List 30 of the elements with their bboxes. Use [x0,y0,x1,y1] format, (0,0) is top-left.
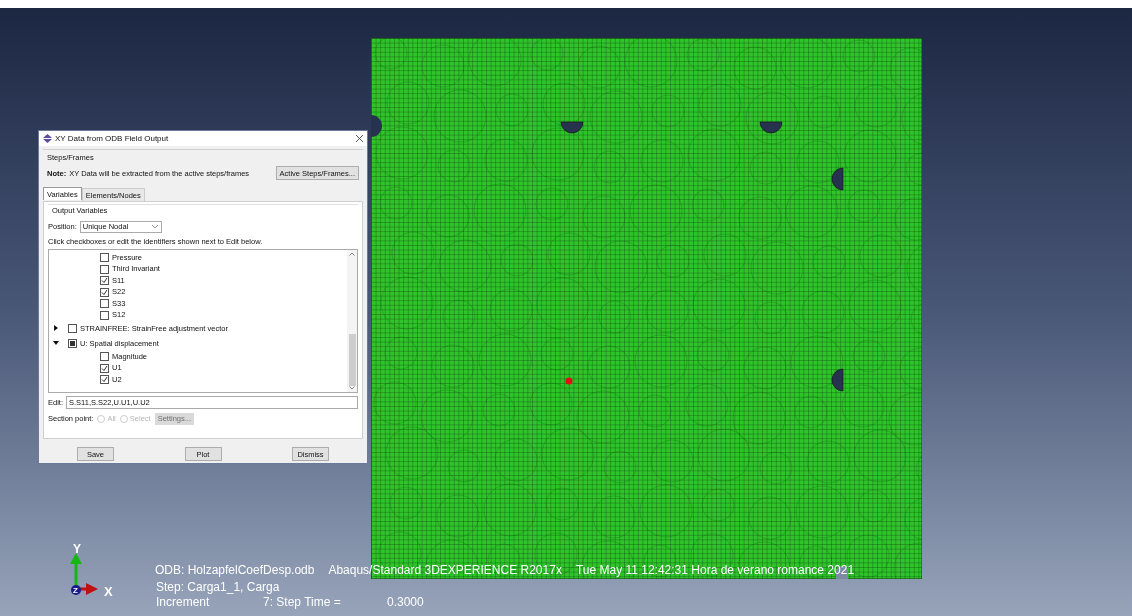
step-time-value: 0.3000 [387,594,424,611]
scroll-up-icon[interactable] [349,251,355,256]
increment-label: Increment [156,594,211,611]
step-text: Step: Carga1_1, Carga [156,579,280,596]
info-text: ODB: HolzapfelCoefDesp.odb [155,562,315,579]
window-title: XY Data from ODB Field Output [55,132,169,145]
checkbox[interactable] [100,375,109,384]
checkbox[interactable] [68,323,77,333]
app-icon [43,134,52,143]
step-time-label: 7: Step Time = [263,594,342,611]
axis-label: Y [73,541,81,558]
checkbox[interactable] [100,363,109,373]
checkbox[interactable] [100,276,109,285]
close-icon[interactable] [356,135,363,142]
checkbox[interactable] [100,310,109,320]
axis-label: X [104,583,113,601]
checkbox[interactable] [100,264,109,274]
scrollbar-thumb[interactable] [348,333,356,386]
scroll-down-icon[interactable] [349,385,355,390]
axis-label: Z [73,585,78,597]
scrollbar[interactable] [347,249,357,392]
node-marker [565,377,573,385]
collapse-triangle-icon[interactable] [53,340,59,347]
dropdown-caret-icon [150,223,159,230]
checkbox[interactable] [100,352,109,361]
checkbox[interactable] [100,287,109,297]
checkbox[interactable] [68,338,77,348]
checkbox[interactable] [100,253,109,262]
expand-triangle-icon[interactable] [53,325,59,332]
checkbox[interactable] [100,299,109,308]
